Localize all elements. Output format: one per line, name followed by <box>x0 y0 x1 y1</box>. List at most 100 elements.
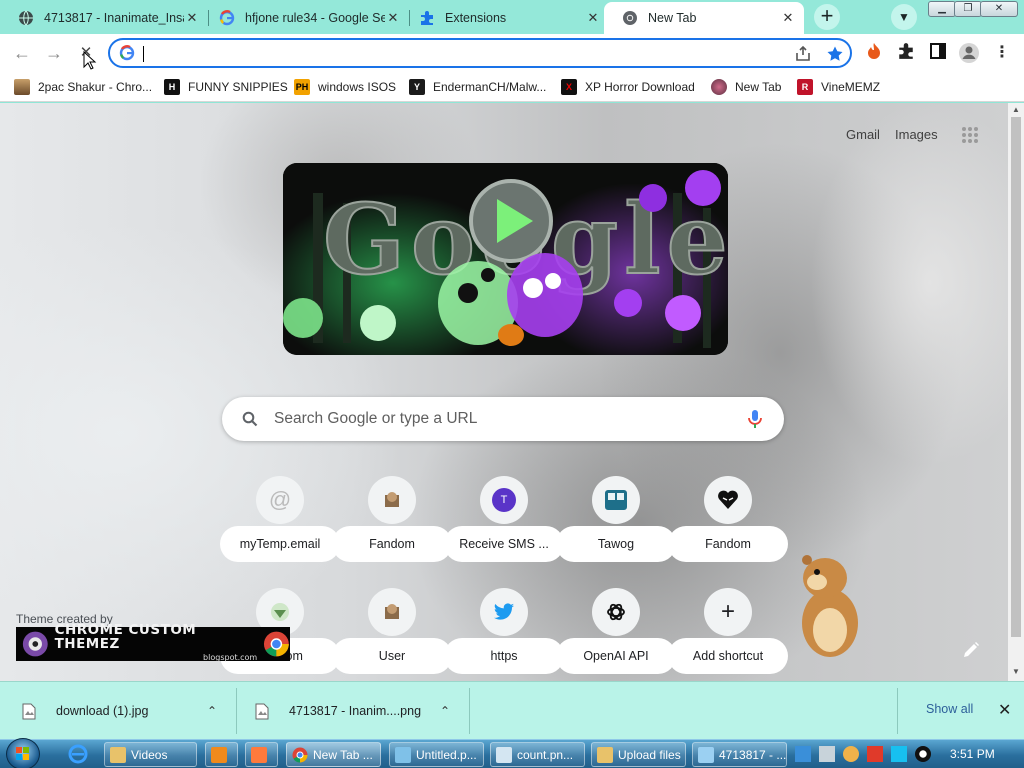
tray-monitor-icon[interactable] <box>891 746 907 762</box>
taskbar-clock[interactable]: 3:51 PM <box>950 747 995 761</box>
minimize-button[interactable]: ▁ <box>928 1 956 17</box>
bookmark-windows-isos[interactable]: PH windows ISOS <box>294 77 396 97</box>
chrome-icon <box>623 11 637 25</box>
download-item[interactable]: download (1).jpg ⌃ <box>22 682 232 740</box>
internet-explorer-icon[interactable] <box>68 744 88 764</box>
app-icon <box>251 746 267 763</box>
close-icon[interactable]: ✕ <box>385 10 401 26</box>
shortcut-icon: @ <box>256 476 304 524</box>
tray-search-icon[interactable] <box>843 746 859 762</box>
user-favicon-icon <box>385 604 399 619</box>
bookmark-vinememz[interactable]: R VineMEMZ <box>797 77 880 97</box>
folder-icon <box>110 746 126 763</box>
scrollbar-thumb[interactable] <box>1011 117 1021 637</box>
shortcut-tawog[interactable]: Tawog <box>556 476 676 588</box>
taskbar-label: Upload files <box>618 747 681 762</box>
search-input[interactable] <box>274 409 734 429</box>
profile-avatar-icon[interactable] <box>958 42 980 64</box>
extension-fire-icon[interactable] <box>863 42 885 64</box>
bookmark-funny-snippies[interactable]: H FUNNY SNIPPIES <box>164 77 288 97</box>
shortcut-icon <box>704 476 752 524</box>
bookmark-favicon-icon: H <box>164 79 180 95</box>
images-link[interactable]: Images <box>895 127 938 142</box>
close-icon[interactable]: ✕ <box>998 700 1011 720</box>
address-input[interactable] <box>145 43 745 63</box>
tray-network-icon[interactable] <box>795 746 811 762</box>
customize-pencil-icon[interactable] <box>960 639 982 661</box>
add-shortcut-button[interactable]: + Add shortcut <box>668 588 788 681</box>
bookmark-new-tab[interactable]: New Tab <box>711 77 781 97</box>
page-scrollbar[interactable]: ▲ ▼ <box>1008 103 1024 681</box>
tab-extensions[interactable]: Extensions ✕ <box>401 2 609 34</box>
chevron-up-icon[interactable]: ⌃ <box>207 704 217 718</box>
folder-icon <box>597 746 613 763</box>
side-panel-icon[interactable] <box>927 42 949 64</box>
windows-logo-icon <box>16 747 29 760</box>
bookmark-label: FUNNY SNIPPIES <box>188 80 288 94</box>
bookmark-star-icon[interactable] <box>826 45 844 63</box>
shortcut-fandom[interactable]: Fandom <box>332 476 452 588</box>
tab-inanimate[interactable]: 4713817 - Inanimate_Insa ✕ <box>0 2 208 34</box>
taskbar-new-tab[interactable]: New Tab ... <box>286 742 381 767</box>
bookmark-2pac[interactable]: 2pac Shakur - Chro... <box>14 77 152 97</box>
tab-search-button[interactable]: ▼ <box>891 4 917 30</box>
shortcut-user[interactable]: User <box>332 588 452 681</box>
bookmark-xp-horror[interactable]: X XP Horror Download <box>561 77 695 97</box>
tab-new-tab[interactable]: New Tab ✕ <box>604 2 804 34</box>
bookmark-favicon-icon: R <box>797 79 813 95</box>
paint-icon <box>395 746 411 763</box>
tray-settings-icon[interactable] <box>819 746 835 762</box>
back-button[interactable]: ← <box>9 40 35 66</box>
start-button[interactable] <box>6 738 40 768</box>
bookmark-endermanch[interactable]: Y EndermanCH/Malw... <box>409 77 546 97</box>
share-icon[interactable] <box>794 45 812 63</box>
forward-button[interactable]: → <box>41 40 67 66</box>
tab-google-search[interactable]: hfjone rule34 - Google Se ✕ <box>201 2 409 34</box>
shortcut-receive-sms[interactable]: T Receive SMS ... <box>444 476 564 588</box>
shortcut-fandom-2[interactable]: Fandom <box>668 476 788 588</box>
close-window-button[interactable]: ✕ <box>980 1 1018 17</box>
download-item[interactable]: 4713817 - Inanim....png ⌃ <box>255 682 465 740</box>
address-bar[interactable] <box>108 38 852 68</box>
apps-grid-icon[interactable] <box>960 125 980 145</box>
close-icon[interactable]: ✕ <box>780 10 796 26</box>
theme-banner-title: CHROME CUSTOM THEMEZ blogspot.com <box>55 623 258 665</box>
taskbar-videos[interactable]: Videos <box>104 742 197 767</box>
shortcut-label: Add shortcut <box>668 638 788 674</box>
microphone-icon[interactable] <box>747 409 763 429</box>
taskbar-app[interactable] <box>245 742 278 767</box>
close-icon[interactable]: ✕ <box>184 10 200 26</box>
taskbar-media-player[interactable] <box>205 742 238 767</box>
search-box[interactable] <box>222 397 784 441</box>
doodle-artwork: Google <box>283 163 728 355</box>
tray-app-icon[interactable] <box>915 746 931 762</box>
shortcut-mytemp-email[interactable]: @ myTemp.email <box>220 476 340 588</box>
theme-banner-link[interactable]: CHROME CUSTOM THEMEZ blogspot.com <box>16 623 290 662</box>
show-all-downloads-link[interactable]: Show all <box>926 702 973 716</box>
globe-icon <box>19 10 33 26</box>
new-tab-button[interactable]: + <box>814 4 840 30</box>
download-filename: 4713817 - Inanim....png <box>289 704 422 718</box>
tray-flag-icon[interactable] <box>867 746 883 762</box>
taskbar-image-file[interactable]: 4713817 - ... <box>692 742 787 767</box>
minimize-icon: ▁ <box>938 3 946 14</box>
google-doodle[interactable]: Google <box>283 163 728 355</box>
shortcut-icon <box>368 588 416 636</box>
shortcut-https[interactable]: https <box>444 588 564 681</box>
gmail-link[interactable]: Gmail <box>846 127 880 142</box>
scroll-down-icon[interactable]: ▼ <box>1008 667 1024 679</box>
shortcut-openai-api[interactable]: OpenAI API <box>556 588 676 681</box>
restore-button[interactable]: ❐ <box>954 1 982 17</box>
taskbar-untitled[interactable]: Untitled.p... <box>389 742 484 767</box>
download-separator <box>236 688 237 734</box>
taskbar-upload-files[interactable]: Upload files <box>591 742 686 767</box>
taskbar-label: count.pn... <box>517 747 574 762</box>
chevron-up-icon[interactable]: ⌃ <box>440 704 450 718</box>
close-icon[interactable]: ✕ <box>585 10 601 26</box>
more-menu-icon[interactable]: ⋮ <box>991 42 1013 64</box>
extensions-puzzle-icon[interactable] <box>895 42 917 64</box>
taskbar-count[interactable]: count.pn... <box>490 742 585 767</box>
eye-orb-icon <box>22 631 48 657</box>
scroll-up-icon[interactable]: ▲ <box>1008 105 1024 117</box>
shortcut-label: https <box>444 638 564 674</box>
